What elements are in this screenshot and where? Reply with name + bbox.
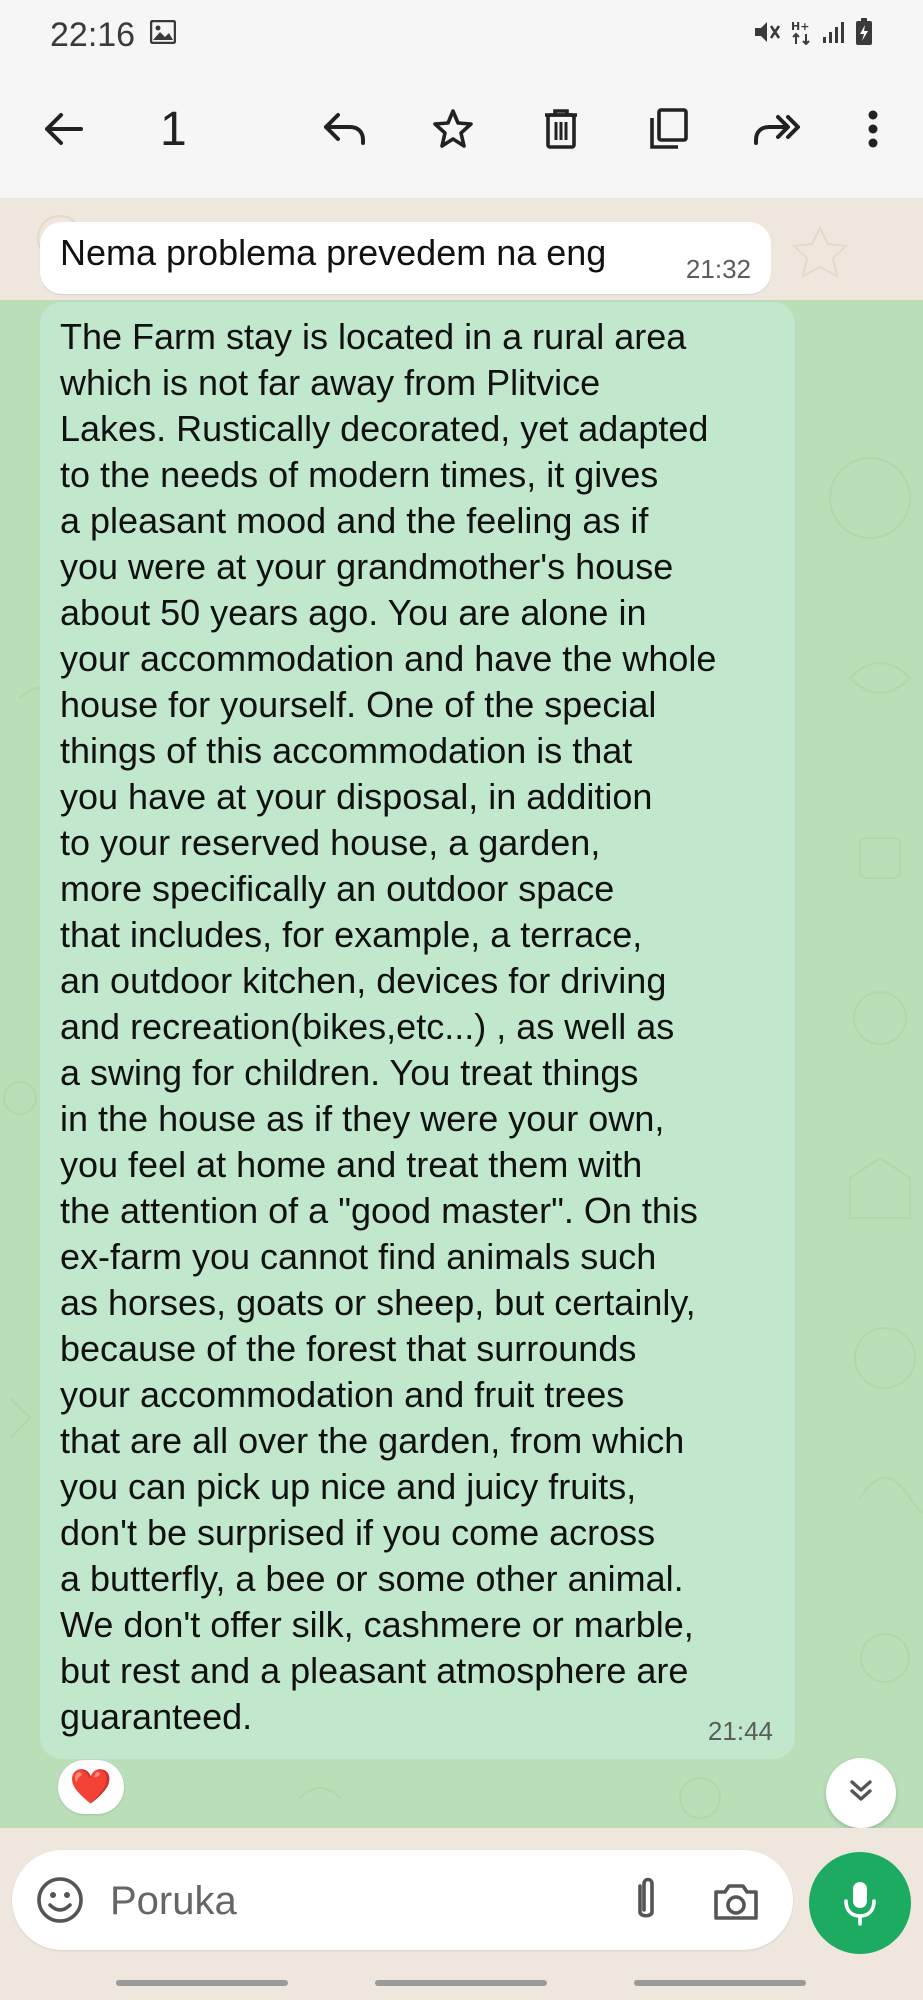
heart-emoji: ❤️: [69, 1768, 113, 1806]
network-type-icon: H+: [791, 19, 813, 50]
message-line: which is not far away from Plitvice: [60, 362, 601, 403]
message-line: and recreation(bikes,etc...) , as well a…: [60, 1006, 675, 1047]
message-line: house for yourself. One of the special: [60, 684, 657, 725]
battery-icon: [855, 18, 873, 51]
delete-button[interactable]: [526, 96, 596, 166]
camera-icon: [714, 1884, 758, 1920]
svg-text:H+: H+: [791, 20, 809, 33]
message-composer: [12, 1850, 793, 1950]
attach-button[interactable]: [618, 1872, 674, 1928]
message-line: Lakes. Rustically decorated, yet adapted: [60, 408, 709, 449]
message-line: but rest and a pleasant atmosphere are: [60, 1650, 689, 1691]
heart-reaction[interactable]: ❤️: [58, 1760, 124, 1814]
more-vert-icon: [866, 109, 880, 154]
message-line: as horses, goats or sheep, but certainly…: [60, 1282, 696, 1323]
emoji-icon: [37, 1877, 83, 1923]
outgoing-message-time: 21:44: [707, 1716, 773, 1746]
message-line: We don't offer silk, cashmere or marble,: [60, 1604, 694, 1645]
delete-icon: [541, 107, 581, 156]
double-chevron-down-icon: [846, 1776, 876, 1811]
copy-icon: [648, 107, 690, 156]
incoming-message-text: Nema problema prevedem na eng: [60, 232, 607, 273]
message-line: you were at your grandmother's house: [60, 546, 674, 587]
nav-home-indicator[interactable]: [375, 1980, 547, 1986]
star-icon: [431, 107, 475, 156]
more-options-button[interactable]: [838, 96, 908, 166]
nav-back-indicator[interactable]: [634, 1980, 806, 1986]
status-bar: 22:16 H+: [0, 0, 923, 72]
scroll-to-bottom-button[interactable]: [826, 1758, 896, 1828]
copy-button[interactable]: [634, 96, 704, 166]
reply-button[interactable]: [310, 96, 380, 166]
voice-message-button[interactable]: [809, 1852, 911, 1954]
message-line: don't be surprised if you come across: [60, 1512, 656, 1553]
back-arrow-icon: [41, 107, 85, 156]
message-line: in the house as if they were your own,: [60, 1098, 665, 1139]
message-line: a butterfly, a bee or some other animal.: [60, 1558, 684, 1599]
incoming-message-bubble[interactable]: Nema problema prevedem na eng 21:32: [40, 222, 771, 294]
message-line: guaranteed.: [60, 1696, 253, 1737]
nav-recents-indicator[interactable]: [116, 1980, 288, 1986]
message-line: to your reserved house, a garden,: [60, 822, 601, 863]
whatsapp-chat-screen: 22:16 H+ 1 Nema problema prevedem na eng…: [0, 0, 923, 2000]
message-input[interactable]: [108, 1870, 592, 1932]
selection-toolbar: 1: [0, 72, 923, 198]
message-line: to the needs of modern times, it gives: [60, 454, 659, 495]
message-line: because of the forest that surrounds: [60, 1328, 637, 1369]
status-icons: H+: [753, 18, 873, 51]
forward-icon: [752, 109, 802, 154]
message-line: more specifically an outdoor space: [60, 868, 615, 909]
message-line: The Farm stay is located in a rural area: [60, 316, 687, 357]
message-line: you have at your disposal, in addition: [60, 776, 653, 817]
message-line: about 50 years ago. You are alone in: [60, 592, 647, 633]
message-line: that are all over the garden, from which: [60, 1420, 685, 1461]
star-button[interactable]: [418, 96, 488, 166]
composer-bar: [0, 1828, 923, 1958]
outgoing-message-text: The Farm stay is located in a rural area…: [60, 314, 790, 1740]
outgoing-message-bubble[interactable]: The Farm stay is located in a rural area…: [40, 302, 795, 1759]
emoji-button[interactable]: [34, 1874, 86, 1926]
message-line: you feel at home and treat them with: [60, 1144, 643, 1185]
back-button[interactable]: [28, 96, 98, 166]
message-line: your accommodation and fruit trees: [60, 1374, 625, 1415]
message-line: a swing for children. You treat things: [60, 1052, 639, 1093]
message-line: an outdoor kitchen, devices for driving: [60, 960, 667, 1001]
incoming-message-time: 21:32: [685, 254, 751, 284]
status-time: 22:16: [50, 16, 136, 54]
message-line: the attention of a "good master". On thi…: [60, 1190, 698, 1231]
chat-area[interactable]: Nema problema prevedem na eng 21:32 The …: [0, 198, 923, 1828]
message-line: a pleasant mood and the feeling as if: [60, 500, 649, 541]
camera-button[interactable]: [708, 1874, 764, 1930]
signal-icon: [821, 19, 847, 50]
selected-count: 1: [160, 103, 187, 156]
mic-icon: [844, 1882, 876, 1926]
forward-button[interactable]: [742, 96, 812, 166]
message-line: things of this accommodation is that: [60, 730, 633, 771]
message-line: that includes, for example, a terrace,: [60, 914, 643, 955]
mute-icon: [753, 19, 783, 50]
message-line: your accommodation and have the whole: [60, 638, 717, 679]
attach-icon: [638, 1877, 654, 1918]
gallery-notification-icon: [149, 19, 177, 49]
system-navigation-bar: [0, 1958, 923, 2000]
reply-icon: [322, 109, 368, 154]
message-line: you can pick up nice and juicy fruits,: [60, 1466, 637, 1507]
message-line: ex-farm you cannot find animals such: [60, 1236, 657, 1277]
